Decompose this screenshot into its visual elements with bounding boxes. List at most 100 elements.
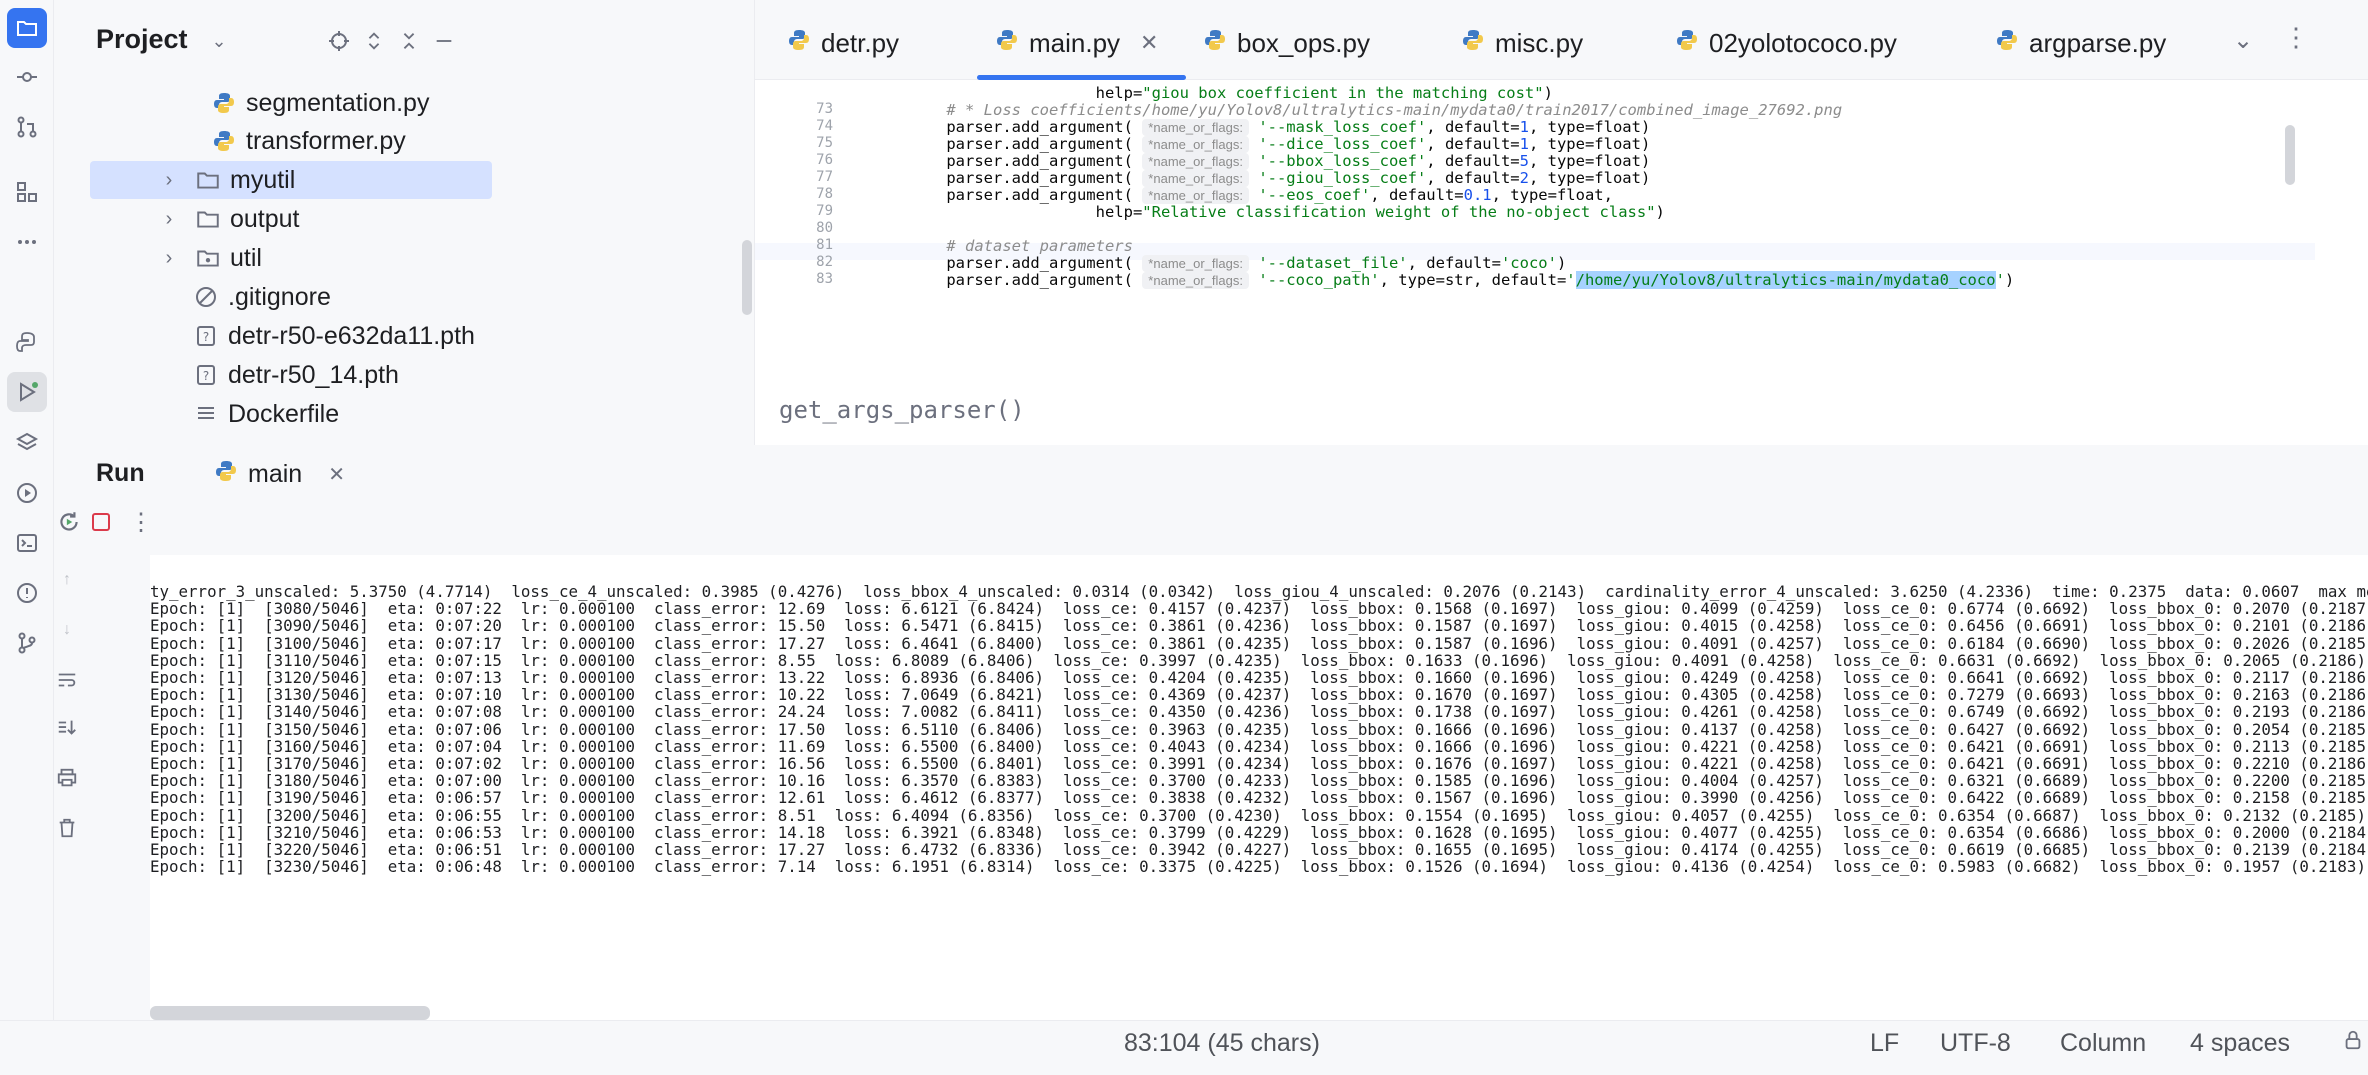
code-line: parser.add_argument( *name_or_flags: '--… [909,169,1651,187]
run-toolbar: ⋮ [54,505,2368,555]
folder-icon[interactable] [7,8,47,48]
console-line: Epoch: [1] [3190/5046] eta: 0:06:57 lr: … [150,788,2368,808]
line-number: 78 [816,186,833,202]
pull-request-icon[interactable] [7,107,47,147]
selection-mode[interactable]: Column [2060,1029,2146,1058]
soft-wrap-icon[interactable] [52,665,82,695]
file-encoding[interactable]: UTF-8 [1940,1029,2011,1058]
tab-argparse[interactable]: argparse.py [1995,22,2166,64]
print-icon[interactable] [52,763,82,793]
console-line: Epoch: [1] [3140/5046] eta: 0:07:08 lr: … [150,702,2368,722]
tree-item-gitignore[interactable]: .gitignore [90,278,792,316]
console-output[interactable]: ty_error_3_unscaled: 5.3750 (4.7714) los… [150,583,2368,1023]
code-area[interactable]: help="giou box coefficient in the matchi… [755,80,2315,400]
console-line: Epoch: [1] [3130/5046] eta: 0:07:10 lr: … [150,685,2368,705]
run-side-toolbar: ↑ ↓ [54,555,150,1020]
tree-item-label: util [230,243,262,272]
editor-tabs: detr.py main.py ✕ box_ops.py misc.py 02y… [755,0,2368,80]
run-icon[interactable] [7,372,47,412]
arrow-down-icon[interactable]: ↓ [52,615,82,645]
indent-setting[interactable]: 4 spaces [2190,1029,2290,1058]
hide-panel-icon[interactable] [429,26,459,56]
project-title[interactable]: Project [96,24,188,55]
tab-misc[interactable]: misc.py [1461,22,1583,64]
status-bar: 83:104 (45 chars) LF UTF-8 Column 4 spac… [0,1020,2368,1075]
lock-icon[interactable] [2342,1029,2364,1058]
tree-item-util[interactable]: › util [90,239,792,277]
tree-item-transformer[interactable]: transformer.py [90,122,792,160]
line-number: 83 [816,271,833,287]
scroll-to-end-icon[interactable] [52,713,82,743]
python-file-icon [1461,28,1485,59]
console-line: Epoch: [1] [3220/5046] eta: 0:06:51 lr: … [150,840,2368,859]
tabs-dropdown-icon[interactable]: ⌄ [2233,26,2253,55]
layers-icon[interactable] [7,423,47,463]
console-line: Epoch: [1] [3180/5046] eta: 0:07:00 lr: … [150,771,2368,791]
console-line: Epoch: [1] [3230/5046] eta: 0:06:48 lr: … [150,857,2368,877]
line-number: 80 [816,220,833,236]
python-file-icon [210,127,238,155]
tab-main[interactable]: main.py ✕ [976,22,1188,80]
chevron-right-icon[interactable]: › [158,208,180,231]
tree-item-myutil[interactable]: › myutil [90,161,492,199]
tab-02yolotococo[interactable]: 02yolotococo.py [1675,22,1897,64]
trash-icon[interactable] [52,813,82,843]
chevron-right-icon[interactable]: › [158,169,180,192]
tree-item-output[interactable]: › output [90,200,792,238]
git-icon[interactable] [7,623,47,663]
more-vertical-icon[interactable]: ⋮ [126,507,156,537]
folder-icon [194,166,222,194]
tree-item-label: Dockerfile [228,399,340,428]
tree-item-detr-r50-14[interactable]: ? detr-r50_14.pth [90,356,792,394]
more-vertical-icon[interactable]: ⋮ [2283,22,2309,53]
console-line: Epoch: [1] [3210/5046] eta: 0:06:53 lr: … [150,822,2368,842]
console-line: Epoch: [1] [3160/5046] eta: 0:07:04 lr: … [150,736,2368,756]
run-tab-main[interactable]: main ✕ [214,459,345,490]
close-icon[interactable]: ✕ [1140,30,1158,56]
tree-item-detr-r50-e632da11[interactable]: ? detr-r50-e632da11.pth [90,317,792,355]
python-file-icon [1675,28,1699,59]
locate-icon[interactable] [324,26,354,56]
python-file-icon [995,28,1019,59]
collapse-all-icon[interactable] [394,26,424,56]
project-scrollbar[interactable] [742,240,752,315]
run-header: Run main ✕ [54,445,2368,505]
line-number: 81 [816,237,833,253]
chevron-down-icon[interactable]: ⌄ [204,26,234,56]
chevron-right-icon[interactable]: › [158,247,180,270]
console-line: Epoch: [1] [3120/5046] eta: 0:07:13 lr: … [150,668,2368,687]
expand-all-icon[interactable] [359,26,389,56]
more-icon[interactable] [7,222,47,262]
code-line: parser.add_argument( *name_or_flags: '--… [909,118,1651,136]
code-line: # * Loss coefficients/home/yu/Yolov8/ult… [909,101,1843,119]
tab-box-ops[interactable]: box_ops.py [1203,22,1370,64]
ignored-file-icon [192,283,220,311]
tree-item-label: segmentation.py [246,88,430,117]
console-line: Epoch: [1] [3080/5046] eta: 0:07:22 lr: … [150,599,2368,619]
python-file-icon [210,89,238,117]
services-icon[interactable] [7,473,47,513]
arrow-up-icon[interactable]: ↑ [52,565,82,595]
console-hscrollbar[interactable] [150,1006,430,1020]
run-title: Run [96,459,145,487]
tree-item-segmentation[interactable]: segmentation.py [90,84,792,122]
breadcrumb[interactable]: get_args_parser() [779,396,1025,424]
terminal-icon[interactable] [7,523,47,563]
tree-item-label: detr-r50-e632da11.pth [228,321,475,350]
tab-label: main.py [1029,27,1121,58]
tab-detr[interactable]: detr.py [787,22,899,64]
commit-icon[interactable] [7,57,47,97]
tree-item-label: transformer.py [246,126,406,155]
line-ending[interactable]: LF [1870,1029,1899,1058]
close-icon[interactable]: ✕ [328,462,345,487]
problems-icon[interactable] [7,573,47,613]
rerun-icon[interactable] [54,507,84,537]
structure-icon[interactable] [7,172,47,212]
cursor-position[interactable]: 83:104 (45 chars) [1124,1029,1320,1058]
stop-icon[interactable] [86,507,116,537]
editor-scrollbar[interactable] [2285,125,2295,185]
python-console-icon[interactable] [7,323,47,363]
tab-label: detr.py [821,27,900,58]
unknown-file-icon: ? [192,361,220,389]
tree-item-dockerfile[interactable]: Dockerfile [90,395,792,433]
